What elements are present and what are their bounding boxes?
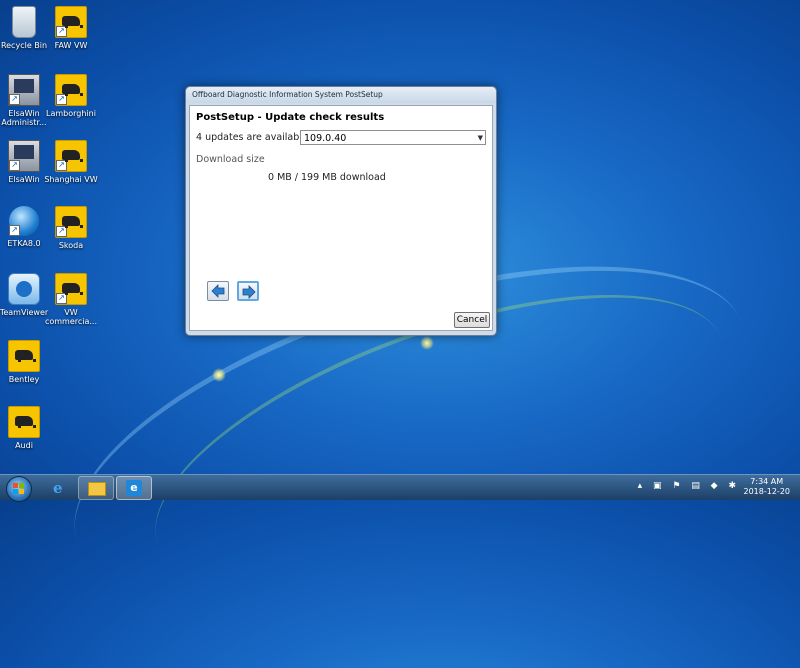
shortcut-arrow-icon: ↗ [56, 160, 67, 171]
updates-available-label: 4 updates are available. [196, 132, 311, 143]
shortcut-arrow-icon: ↗ [9, 94, 20, 105]
shortcut-arrow-icon: ↗ [9, 160, 20, 171]
wallpaper-glow [212, 368, 226, 382]
download-size-value: 0 MB / 199 MB download [268, 172, 386, 183]
shortcut-arrow-icon: ↗ [56, 94, 67, 105]
shortcut-arrow-icon: ↗ [56, 26, 67, 37]
desktop-icon-label: ETKA8.0 [7, 239, 41, 248]
elsawin-icon: ↗ [8, 140, 40, 172]
chevron-down-icon[interactable]: ▼ [478, 131, 483, 146]
desktop-icon-skoda[interactable]: ↗ Skoda [41, 206, 101, 250]
shortcut-arrow-icon: ↗ [56, 293, 67, 304]
taskbar-odis-app[interactable]: e [116, 476, 152, 500]
car-icon: ↗ [55, 273, 87, 305]
car-icon: ↗ [55, 140, 87, 172]
recycle-bin-icon [12, 6, 36, 38]
version-select[interactable]: 109.0.40 ▼ [300, 130, 486, 145]
taskbar-file-explorer[interactable] [78, 476, 114, 500]
desktop-icon-shanghai-vw[interactable]: ↗ Shanghai VW [41, 140, 101, 184]
desktop-icon-label: FAW VW [54, 41, 88, 50]
postsetup-dialog: Offboard Diagnostic Information System P… [185, 86, 497, 336]
desktop-icon-label: Shanghai VW [44, 175, 98, 184]
clock[interactable]: 7:34 AM 2018-12-20 [744, 477, 791, 497]
car-icon [8, 406, 40, 438]
teamviewer-icon [8, 273, 40, 305]
desktop-icon-faw-vw[interactable]: ↗ FAW VW [41, 6, 101, 50]
taskbar: e e ▴ ▣ ⚑ ▤ ◆ ✱ 7:34 AM 2018-12-20 [0, 474, 800, 502]
start-button[interactable] [6, 476, 32, 502]
desktop-icon-label: Audi [15, 441, 33, 450]
clock-time: 7:34 AM [750, 477, 784, 486]
desktop-icon-lamborghini[interactable]: ↗ Lamborghini [41, 74, 101, 118]
shortcut-arrow-icon: ↗ [9, 225, 20, 236]
car-icon: ↗ [55, 74, 87, 106]
taskbar-internet-explorer[interactable]: e [44, 476, 78, 498]
desktop-icon-vw-commercial[interactable]: ↗ VW commercia... [41, 273, 101, 326]
desktop-icon-label: Bentley [8, 375, 40, 384]
desktop-icon-label: Skoda [58, 241, 84, 250]
dialog-title-bar[interactable]: Offboard Diagnostic Information System P… [186, 87, 496, 103]
globe-icon: ↗ [9, 206, 39, 236]
car-icon [8, 340, 40, 372]
desktop-icon-label: VW commercia... [44, 308, 98, 326]
desktop-icon-label: ElsaWin Administr... [1, 109, 47, 127]
shortcut-arrow-icon: ↗ [56, 226, 67, 237]
desktop-icon-audi[interactable]: Audi [0, 406, 54, 450]
arrow-left-icon [211, 284, 225, 298]
dialog-heading: PostSetup - Update check results [196, 112, 385, 123]
desktop-icon-label: Lamborghini [46, 109, 96, 118]
desktop-icon-bentley[interactable]: Bentley [0, 340, 54, 384]
download-size-label: Download size [196, 154, 265, 165]
wallpaper-glow [420, 336, 434, 350]
car-icon: ↗ [55, 206, 87, 238]
folder-icon [88, 482, 106, 496]
odis-app-icon: e [126, 480, 142, 496]
arrow-right-icon [242, 285, 256, 299]
next-button[interactable] [237, 281, 259, 301]
dialog-body: PostSetup - Update check results 4 updat… [189, 105, 493, 331]
car-icon: ↗ [55, 6, 87, 38]
cancel-button[interactable]: Cancel [454, 312, 490, 328]
internet-explorer-icon: e [53, 479, 63, 497]
clock-date: 2018-12-20 [743, 487, 791, 496]
system-tray[interactable]: ▴ ▣ ⚑ ▤ ◆ ✱ [638, 481, 740, 491]
desktop-icon-label: ElsaWin [8, 175, 40, 184]
elsawin-icon: ↗ [8, 74, 40, 106]
back-button[interactable] [207, 281, 229, 301]
version-select-value: 109.0.40 [304, 133, 347, 144]
